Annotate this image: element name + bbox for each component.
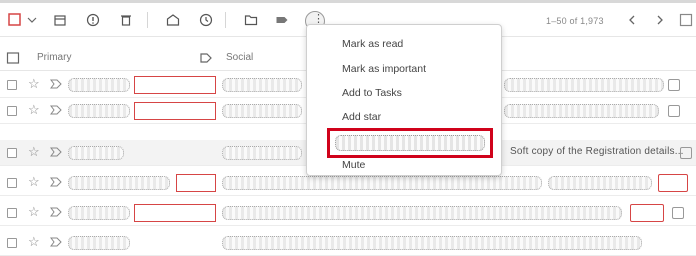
important-marker-icon[interactable]	[50, 79, 62, 89]
subject-text	[222, 176, 542, 190]
attachment-icon	[668, 79, 680, 91]
attachment-icon	[672, 207, 684, 219]
tag-icon[interactable]	[198, 50, 214, 66]
snooze-icon[interactable]	[198, 12, 214, 28]
redacted-area	[630, 204, 664, 222]
subject-text	[222, 146, 302, 160]
select-checkbox-icon[interactable]	[7, 12, 23, 28]
highlight-box	[327, 128, 493, 158]
tab-primary[interactable]: Primary	[37, 52, 71, 63]
important-marker-icon[interactable]	[50, 105, 62, 115]
important-marker-icon[interactable]	[50, 147, 62, 157]
star-icon[interactable]: ☆	[28, 205, 40, 219]
star-icon[interactable]: ☆	[28, 103, 40, 117]
snippet-text: Soft copy of the Registration details...	[510, 146, 684, 157]
move-to-icon[interactable]	[243, 12, 259, 28]
star-icon[interactable]: ☆	[28, 77, 40, 91]
tab-social[interactable]: Social	[226, 52, 253, 63]
menu-item-add-to-tasks[interactable]: Add to Tasks	[342, 87, 402, 99]
redacted-area	[134, 76, 216, 94]
row-checkbox[interactable]	[7, 80, 17, 90]
sender-name	[68, 206, 130, 220]
attachment-icon	[680, 147, 692, 159]
menu-item-create-event[interactable]	[335, 135, 485, 151]
menu-item-mute[interactable]: Mute	[342, 159, 365, 171]
table-row[interactable]: ☆	[0, 200, 696, 226]
row-checkbox[interactable]	[7, 148, 17, 158]
row-checkbox[interactable]	[7, 178, 17, 188]
labels-icon[interactable]	[274, 12, 290, 28]
sender-name	[68, 104, 130, 118]
important-marker-icon[interactable]	[50, 237, 62, 247]
prev-page-icon[interactable]	[624, 12, 640, 28]
attachment-icon	[668, 105, 680, 117]
settings-icon[interactable]	[678, 12, 694, 28]
menu-item-add-star[interactable]: Add star	[342, 111, 381, 123]
menu-item-mark-as-read[interactable]: Mark as read	[342, 38, 403, 50]
sender-name	[68, 146, 124, 160]
star-icon[interactable]: ☆	[28, 235, 40, 249]
select-dropdown-icon[interactable]	[24, 12, 40, 28]
toolbar-divider	[225, 12, 226, 28]
snippet-text	[504, 78, 664, 92]
next-page-icon[interactable]	[652, 12, 668, 28]
redacted-area	[658, 174, 688, 192]
subject-text	[222, 206, 622, 220]
delete-icon[interactable]	[118, 12, 134, 28]
more-icon: ⋮	[313, 13, 324, 25]
archive-icon[interactable]	[52, 12, 68, 28]
redacted-area	[176, 174, 216, 192]
sender-name	[68, 176, 170, 190]
important-marker-icon[interactable]	[50, 207, 62, 217]
menu-item-mark-as-important[interactable]: Mark as important	[342, 63, 426, 75]
important-marker-icon[interactable]	[50, 177, 62, 187]
subject-text	[222, 104, 302, 118]
star-icon[interactable]: ☆	[28, 175, 40, 189]
mark-read-icon[interactable]	[165, 12, 181, 28]
table-row[interactable]: ☆	[0, 230, 696, 256]
row-checkbox[interactable]	[7, 208, 17, 218]
snippet-text	[504, 104, 659, 118]
toolbar-divider	[147, 12, 148, 28]
star-icon[interactable]: ☆	[28, 145, 40, 159]
pager-range: 1–50 of 1,973	[546, 16, 604, 26]
row-checkbox[interactable]	[7, 238, 17, 248]
report-spam-icon[interactable]	[85, 12, 101, 28]
inbox-icon	[5, 50, 21, 66]
subject-text	[222, 78, 302, 92]
redacted-area	[134, 204, 216, 222]
row-checkbox[interactable]	[7, 106, 17, 116]
subject-text	[222, 236, 642, 250]
snippet-text	[548, 176, 652, 190]
redacted-area	[134, 102, 216, 120]
sender-name	[68, 78, 130, 92]
more-actions-menu: Mark as read Mark as important Add to Ta…	[306, 24, 502, 176]
sender-name	[68, 236, 130, 250]
